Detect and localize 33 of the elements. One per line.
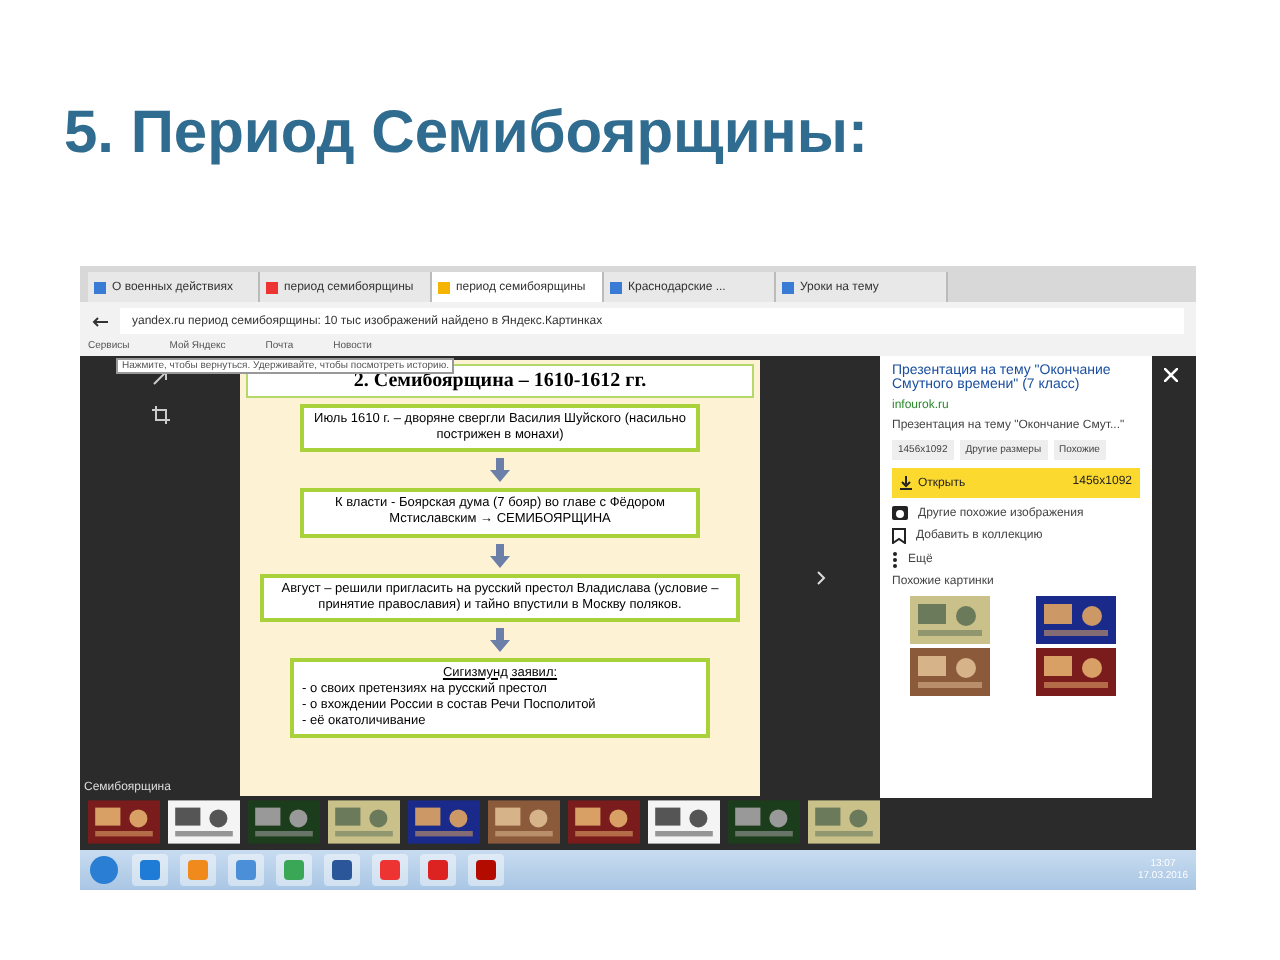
taskbar-app[interactable] [420,854,456,886]
download-icon [900,476,912,490]
app-icon [380,860,400,880]
taskbar-app[interactable] [228,854,264,886]
more-icon [892,552,898,568]
favicon-icon [266,281,278,293]
app-icon [236,860,256,880]
favicon-icon [610,281,622,293]
favicon-icon [438,281,450,293]
app-icon [140,860,160,880]
crop-icon[interactable] [151,406,169,424]
bookmark-icon [892,528,906,544]
favicon-icon [94,281,106,293]
next-icon[interactable] [815,569,825,585]
close-icon[interactable] [1164,368,1178,382]
arrow-icon [490,458,510,483]
favicon-icon [782,281,794,293]
arrow-icon [490,627,510,652]
arrow-icon [490,543,510,567]
slide-title: 5. Период Семибоярщины: [64,100,871,166]
start-icon[interactable] [88,854,120,886]
taskbar-app[interactable] [132,854,168,886]
app-icon [476,860,496,880]
share-icon[interactable] [151,368,169,386]
taskbar-app[interactable] [468,854,504,886]
camera-icon [892,506,908,520]
taskbar-app[interactable] [324,854,360,886]
taskbar-app[interactable] [372,854,408,886]
app-icon [284,860,304,880]
app-icon [428,860,448,880]
app-icon [188,860,208,880]
app-icon [332,860,352,880]
back-icon[interactable] [92,315,108,327]
